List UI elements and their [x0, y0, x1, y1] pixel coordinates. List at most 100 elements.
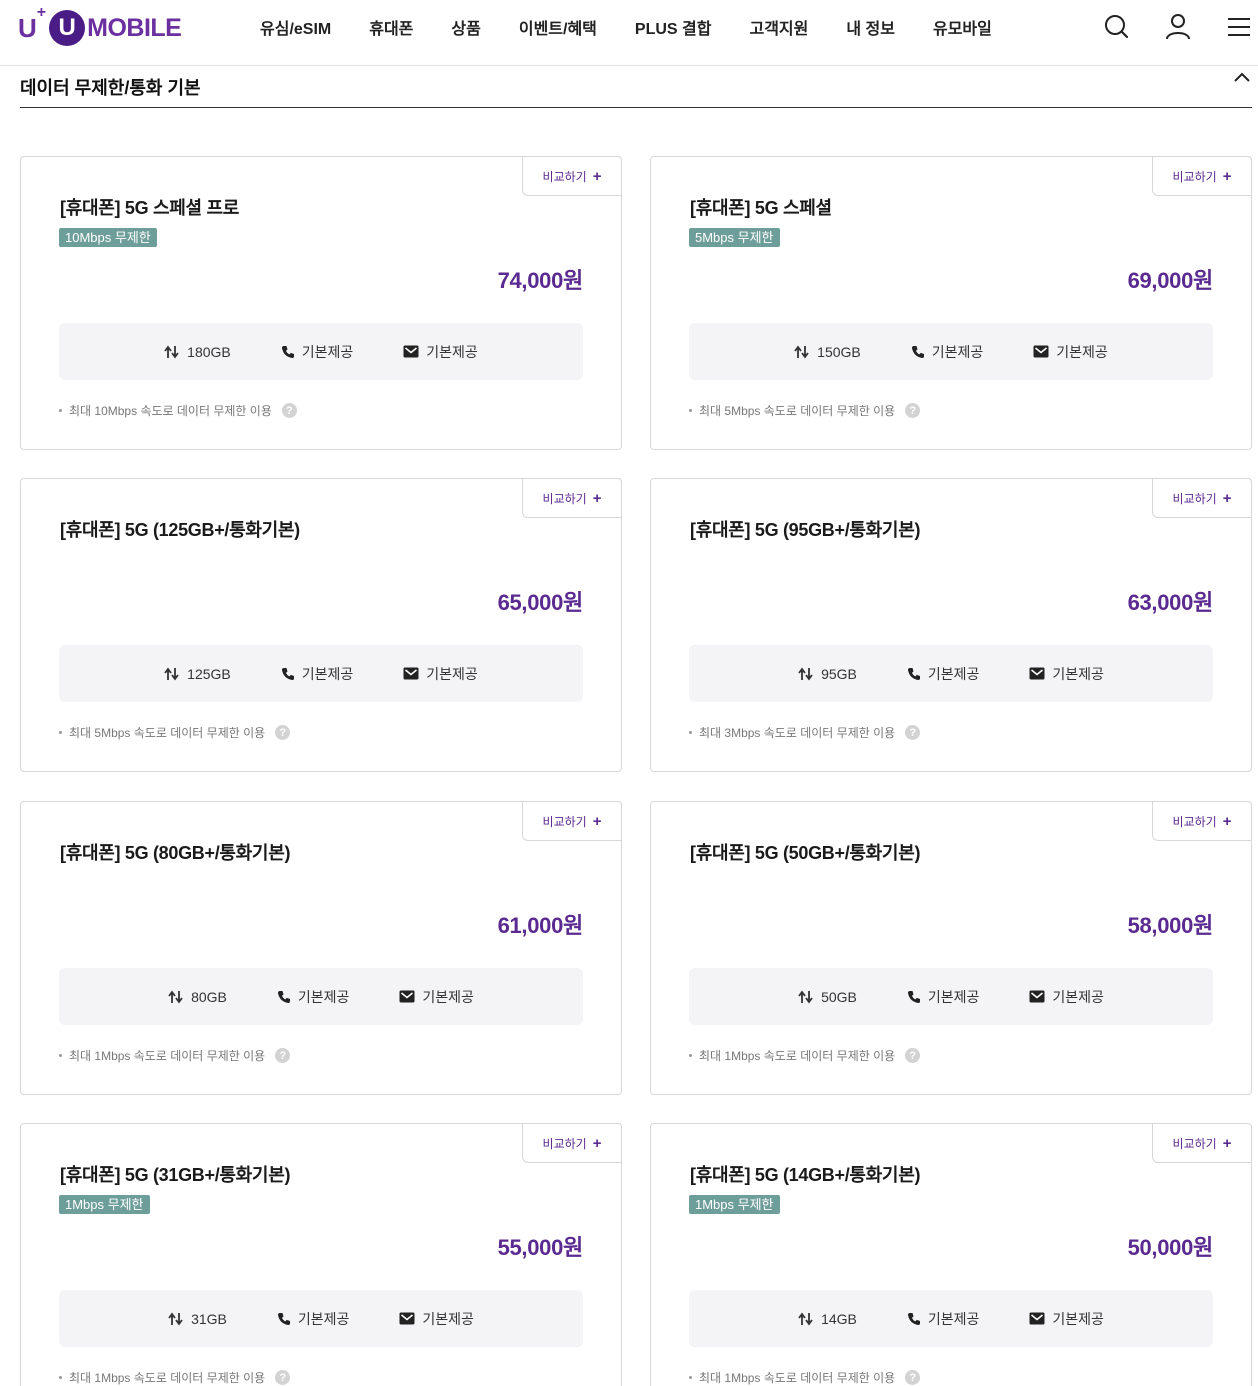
help-icon[interactable]: ? — [905, 1370, 921, 1385]
section-header: 데이터 무제한/통화 기본 — [20, 70, 1252, 108]
mail-icon — [403, 667, 419, 680]
data-transfer-icon — [168, 990, 183, 1003]
spec-sms: 기본제공 — [1029, 664, 1104, 684]
menu-icon[interactable] — [1222, 10, 1256, 44]
plan-note-text: 최대 5Mbps 속도로 데이터 무제한 이용 — [69, 726, 266, 740]
spec-call: 기본제공 — [281, 664, 353, 684]
compare-button[interactable]: 비교하기 + — [522, 1123, 622, 1163]
help-icon[interactable]: ? — [275, 1370, 291, 1385]
plan-note-text: 최대 5Mbps 속도로 데이터 무제한 이용 — [699, 404, 896, 418]
nav-products[interactable]: 상품 — [451, 15, 480, 39]
spec-call-value: 기본제공 — [931, 343, 984, 360]
spec-data-value: 180GB — [187, 343, 231, 360]
nav-umobile[interactable]: 유모바일 — [933, 15, 992, 39]
plan-note-text: 최대 3Mbps 속도로 데이터 무제한 이용 — [699, 726, 896, 740]
compare-button[interactable]: 비교하기 + — [1152, 1123, 1252, 1163]
spec-call: 기본제공 — [907, 1309, 979, 1329]
nav-usim-esim[interactable]: 유심/eSIM — [260, 15, 331, 39]
spec-sms-value: 기본제공 — [422, 988, 474, 1005]
help-icon[interactable]: ? — [275, 725, 291, 740]
compare-button[interactable]: 비교하기 + — [1152, 801, 1252, 841]
plan-card[interactable]: 비교하기 + [휴대폰] 5G (95GB+/통화기본) 63,000원 95G… — [650, 478, 1252, 772]
bullet-dot — [59, 731, 62, 734]
spec-sms: 기본제공 — [1029, 987, 1104, 1007]
bullet-dot — [689, 409, 692, 412]
data-transfer-icon — [168, 1312, 183, 1325]
plan-note-text: 최대 10Mbps 속도로 데이터 무제한 이용 — [69, 404, 272, 418]
plan-price: 58,000원 — [1127, 913, 1214, 938]
nav-phone[interactable]: 휴대폰 — [369, 15, 413, 39]
mail-icon — [1033, 345, 1049, 358]
plan-title: [휴대폰] 5G (95GB+/통화기본) — [690, 520, 921, 540]
spec-data-value: 125GB — [187, 665, 231, 682]
bullet-dot — [59, 409, 62, 412]
compare-button[interactable]: 비교하기 + — [1152, 156, 1252, 196]
phone-icon — [907, 1312, 920, 1325]
compare-label: 비교하기 — [542, 491, 587, 506]
help-icon[interactable]: ? — [281, 403, 297, 418]
plan-note-text: 최대 1Mbps 속도로 데이터 무제한 이용 — [699, 1049, 896, 1063]
umobile-logo[interactable]: U+ U MOBILE — [18, 4, 182, 48]
nav-events[interactable]: 이벤트/혜택 — [519, 15, 597, 39]
plan-note: 최대 5Mbps 속도로 데이터 무제한 이용 ? — [59, 724, 291, 741]
spec-sms: 기본제공 — [1029, 1309, 1104, 1329]
plan-note: 최대 10Mbps 속도로 데이터 무제한 이용 ? — [59, 402, 297, 419]
spec-data: 150GB — [794, 344, 861, 360]
nav-support[interactable]: 고객지원 — [749, 15, 808, 39]
mail-icon — [1029, 990, 1045, 1003]
data-transfer-icon — [164, 667, 179, 680]
mail-icon — [399, 1312, 415, 1325]
spec-sms-value: 기본제공 — [1052, 665, 1104, 682]
plan-card[interactable]: 비교하기 + [휴대폰] 5G (125GB+/통화기본) 65,000원 12… — [20, 478, 622, 772]
plan-card[interactable]: 비교하기 + [휴대폰] 5G 스페셜 프로 10Mbps 무제한 74,000… — [20, 156, 622, 450]
plan-note-text: 최대 1Mbps 속도로 데이터 무제한 이용 — [69, 1049, 266, 1063]
compare-label: 비교하기 — [542, 169, 587, 184]
plan-card[interactable]: 비교하기 + [휴대폰] 5G (31GB+/통화기본) 1Mbps 무제한 5… — [20, 1123, 622, 1386]
plan-price: 74,000원 — [497, 268, 584, 293]
help-icon[interactable]: ? — [905, 725, 921, 740]
plan-spec-box: 95GB 기본제공 기본제공 — [689, 645, 1213, 702]
compare-button[interactable]: 비교하기 + — [522, 156, 622, 196]
compare-button[interactable]: 비교하기 + — [522, 478, 622, 518]
compare-button[interactable]: 비교하기 + — [1152, 478, 1252, 518]
spec-data-value: 150GB — [817, 343, 861, 360]
spec-data-value: 31GB — [191, 1310, 227, 1327]
plan-title: [휴대폰] 5G (80GB+/통화기본) — [60, 843, 291, 863]
phone-icon — [911, 345, 924, 358]
help-icon[interactable]: ? — [905, 403, 921, 418]
help-icon[interactable]: ? — [275, 1048, 291, 1063]
plan-card[interactable]: 비교하기 + [휴대폰] 5G (80GB+/통화기본) 61,000원 80G… — [20, 801, 622, 1095]
spec-data-value: 80GB — [191, 988, 227, 1005]
user-icon[interactable] — [1161, 10, 1195, 44]
compare-label: 비교하기 — [1172, 169, 1217, 184]
bullet-dot — [59, 1376, 62, 1379]
spec-call: 기본제공 — [277, 1309, 349, 1329]
data-transfer-icon — [798, 990, 813, 1003]
help-icon[interactable]: ? — [905, 1048, 921, 1063]
plan-card[interactable]: 비교하기 + [휴대폰] 5G (14GB+/통화기본) 1Mbps 무제한 5… — [650, 1123, 1252, 1386]
search-icon[interactable] — [1100, 10, 1134, 44]
spec-sms: 기본제공 — [403, 664, 478, 684]
plan-note: 최대 1Mbps 속도로 데이터 무제한 이용 ? — [689, 1047, 921, 1064]
plan-note: 최대 1Mbps 속도로 데이터 무제한 이용 ? — [59, 1369, 291, 1386]
plan-spec-box: 125GB 기본제공 기본제공 — [59, 645, 583, 702]
plan-spec-box: 180GB 기본제공 기본제공 — [59, 323, 583, 380]
logo-u-circle: U — [49, 10, 86, 46]
phone-icon — [277, 990, 290, 1003]
mail-icon — [399, 990, 415, 1003]
chevron-up-icon[interactable] — [1232, 70, 1252, 86]
nav-plus-bundle[interactable]: PLUS 결합 — [635, 15, 712, 39]
spec-sms-value: 기본제공 — [1052, 1310, 1104, 1327]
nav-my-info[interactable]: 내 정보 — [846, 15, 895, 39]
compare-button[interactable]: 비교하기 + — [522, 801, 622, 841]
spec-data: 50GB — [798, 989, 857, 1005]
plan-card[interactable]: 비교하기 + [휴대폰] 5G (50GB+/통화기본) 58,000원 50G… — [650, 801, 1252, 1095]
data-transfer-icon — [798, 667, 813, 680]
spec-call-value: 기본제공 — [297, 988, 350, 1005]
plan-card[interactable]: 비교하기 + [휴대폰] 5G 스페셜 5Mbps 무제한 69,000원 15… — [650, 156, 1252, 450]
speed-badge: 10Mbps 무제한 — [59, 228, 157, 247]
spec-sms-value: 기본제공 — [426, 665, 478, 682]
bullet-dot — [59, 1054, 62, 1057]
spec-data: 14GB — [798, 1311, 857, 1327]
phone-icon — [907, 667, 920, 680]
